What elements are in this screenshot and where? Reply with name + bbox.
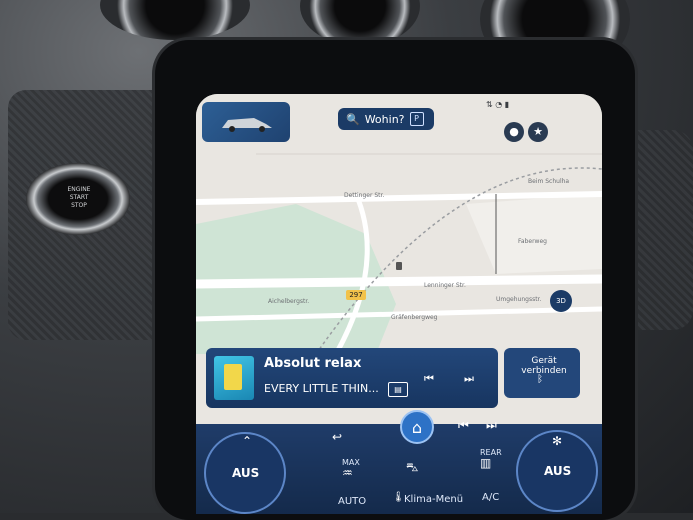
climate-bar: AUS ⌃ AUS ✻ ↩ ⌂ ⏮ ⏭ MAX ♒ ⛍ REAR ▥ AUTO … [196, 410, 602, 514]
skip-forward-icon[interactable]: ⏭ [486, 418, 497, 433]
chevron-up-icon[interactable]: ⌃ [242, 434, 252, 448]
connect-device-card[interactable]: Gerät verbinden ᛒ [504, 348, 580, 398]
radio-icon: ▤ [388, 382, 408, 397]
media-player-card[interactable]: Absolut relax EVERY LITTLE THIN... ▤ ⏮ ⏭ [206, 348, 498, 408]
street-label: Lenninger Str. [424, 282, 466, 289]
album-art-inner [224, 364, 242, 390]
track-artist: EVERY LITTLE THIN... [264, 382, 379, 395]
front-defrost-icon[interactable]: ♒ [342, 466, 353, 480]
right-dial-label: AUS [544, 464, 572, 478]
vehicle-position-marker [396, 262, 402, 270]
bluetooth-icon: ᛒ [537, 374, 543, 385]
car-climate-icon[interactable]: ⛍ [406, 460, 418, 476]
search-icon: 🔍 [346, 112, 360, 126]
street-label: Beim Schulha [528, 178, 570, 185]
parking-icon: P [409, 112, 424, 126]
connect-device-label: Gerät verbinden [521, 356, 567, 376]
street-label: Aichelbergstr. [268, 298, 310, 305]
car-icon [222, 118, 272, 132]
back-icon[interactable]: ↩ [332, 430, 342, 444]
album-art [214, 356, 254, 400]
fan-icon[interactable]: ✻ [552, 434, 562, 448]
street-label: Dettinger Str. [344, 192, 385, 199]
thermometer-icon: 🌡 [392, 492, 405, 503]
track-title: Absolut relax [264, 356, 362, 371]
destination-search-button[interactable]: 🔍 Wohin? P [338, 108, 434, 130]
engine-label-3: STOP [71, 202, 87, 209]
status-icons: ⇅ ◔ ▮ [486, 100, 510, 109]
left-dial-label: AUS [232, 466, 260, 480]
person-icon[interactable]: ● [504, 122, 524, 142]
engine-label-1: ENGINE [67, 186, 91, 193]
map-3d-view-button[interactable]: 3D [550, 290, 572, 312]
infotainment-screen: Dettinger Str. Lenninger Str. Gräfenberg… [196, 94, 602, 514]
rear-defrost-icon[interactable]: ▥ [480, 456, 491, 470]
skip-back-icon[interactable]: ⏮ [458, 418, 469, 433]
skip-forward-icon[interactable]: ⏭ [464, 372, 474, 386]
street-label: Gräfenbergweg [391, 314, 438, 321]
star-icon[interactable]: ★ [528, 122, 548, 142]
engine-label-2: START [69, 194, 89, 201]
home-button[interactable]: ⌂ [400, 410, 434, 444]
climate-menu-button[interactable]: Klima-Menü [404, 494, 463, 505]
ac-button[interactable]: A/C [482, 492, 499, 503]
road-number-sign: 297 [346, 290, 366, 300]
engine-start-label: ENGINE START STOP [56, 186, 102, 210]
vehicle-tile[interactable] [202, 102, 290, 142]
street-label: Umgehungsstr. [496, 296, 542, 303]
auto-button[interactable]: AUTO [338, 496, 366, 507]
street-label: Faberweg [518, 238, 547, 245]
search-label: Wohin? [364, 112, 405, 126]
skip-back-icon[interactable]: ⏮ [424, 372, 434, 386]
